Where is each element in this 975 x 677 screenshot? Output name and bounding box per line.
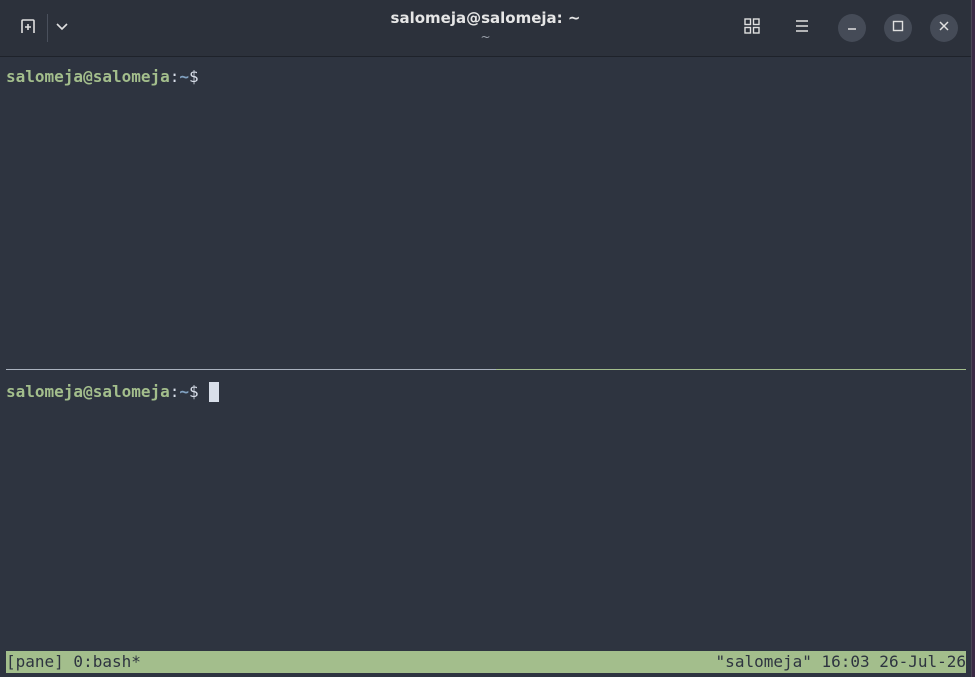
status-right: "salomeja" 16:03 26-Jul-26 — [715, 652, 966, 671]
pane-divider-active[interactable] — [496, 369, 966, 370]
prompt-symbol: $ — [189, 382, 199, 401]
pane-divider-inactive[interactable] — [6, 369, 496, 370]
prompt-colon: : — [169, 382, 180, 401]
grid-view-button[interactable] — [738, 14, 766, 42]
minimize-icon — [846, 19, 858, 37]
maximize-icon — [892, 19, 904, 37]
titlebar[interactable]: salomeja@salomeja: ~ ~ — [0, 0, 971, 57]
terminal-window: salomeja@salomeja: ~ ~ salomeja@salomeja… — [0, 0, 972, 677]
menu-button[interactable] — [788, 14, 816, 42]
grid-icon — [744, 17, 760, 39]
prompt-path: ~ — [179, 67, 190, 86]
close-button[interactable] — [930, 14, 958, 42]
text-cursor — [208, 382, 219, 402]
prompt-colon: : — [169, 67, 180, 86]
hamburger-menu-icon — [794, 18, 810, 39]
prompt-line-bottom-pane: salomeja@salomeja:~$ — [6, 382, 219, 402]
close-icon — [938, 19, 950, 37]
window-title: salomeja@salomeja: ~ — [390, 9, 581, 27]
window-subtitle: ~ — [480, 30, 491, 44]
terminal-area[interactable]: salomeja@salomeja:~$ salomeja@salomeja:~… — [0, 57, 971, 677]
prompt-user: salomeja@salomeja — [6, 67, 170, 86]
prompt-symbol: $ — [189, 67, 199, 86]
minimize-button[interactable] — [838, 14, 866, 42]
tmux-status-bar: [pane] 0:bash* "salomeja" 16:03 26-Jul-2… — [6, 651, 966, 673]
maximize-button[interactable] — [884, 14, 912, 42]
status-left: [pane] 0:bash* — [6, 652, 141, 671]
prompt-line-top-pane: salomeja@salomeja:~$ — [6, 67, 199, 87]
prompt-path: ~ — [179, 382, 190, 401]
prompt-user: salomeja@salomeja — [6, 382, 170, 401]
